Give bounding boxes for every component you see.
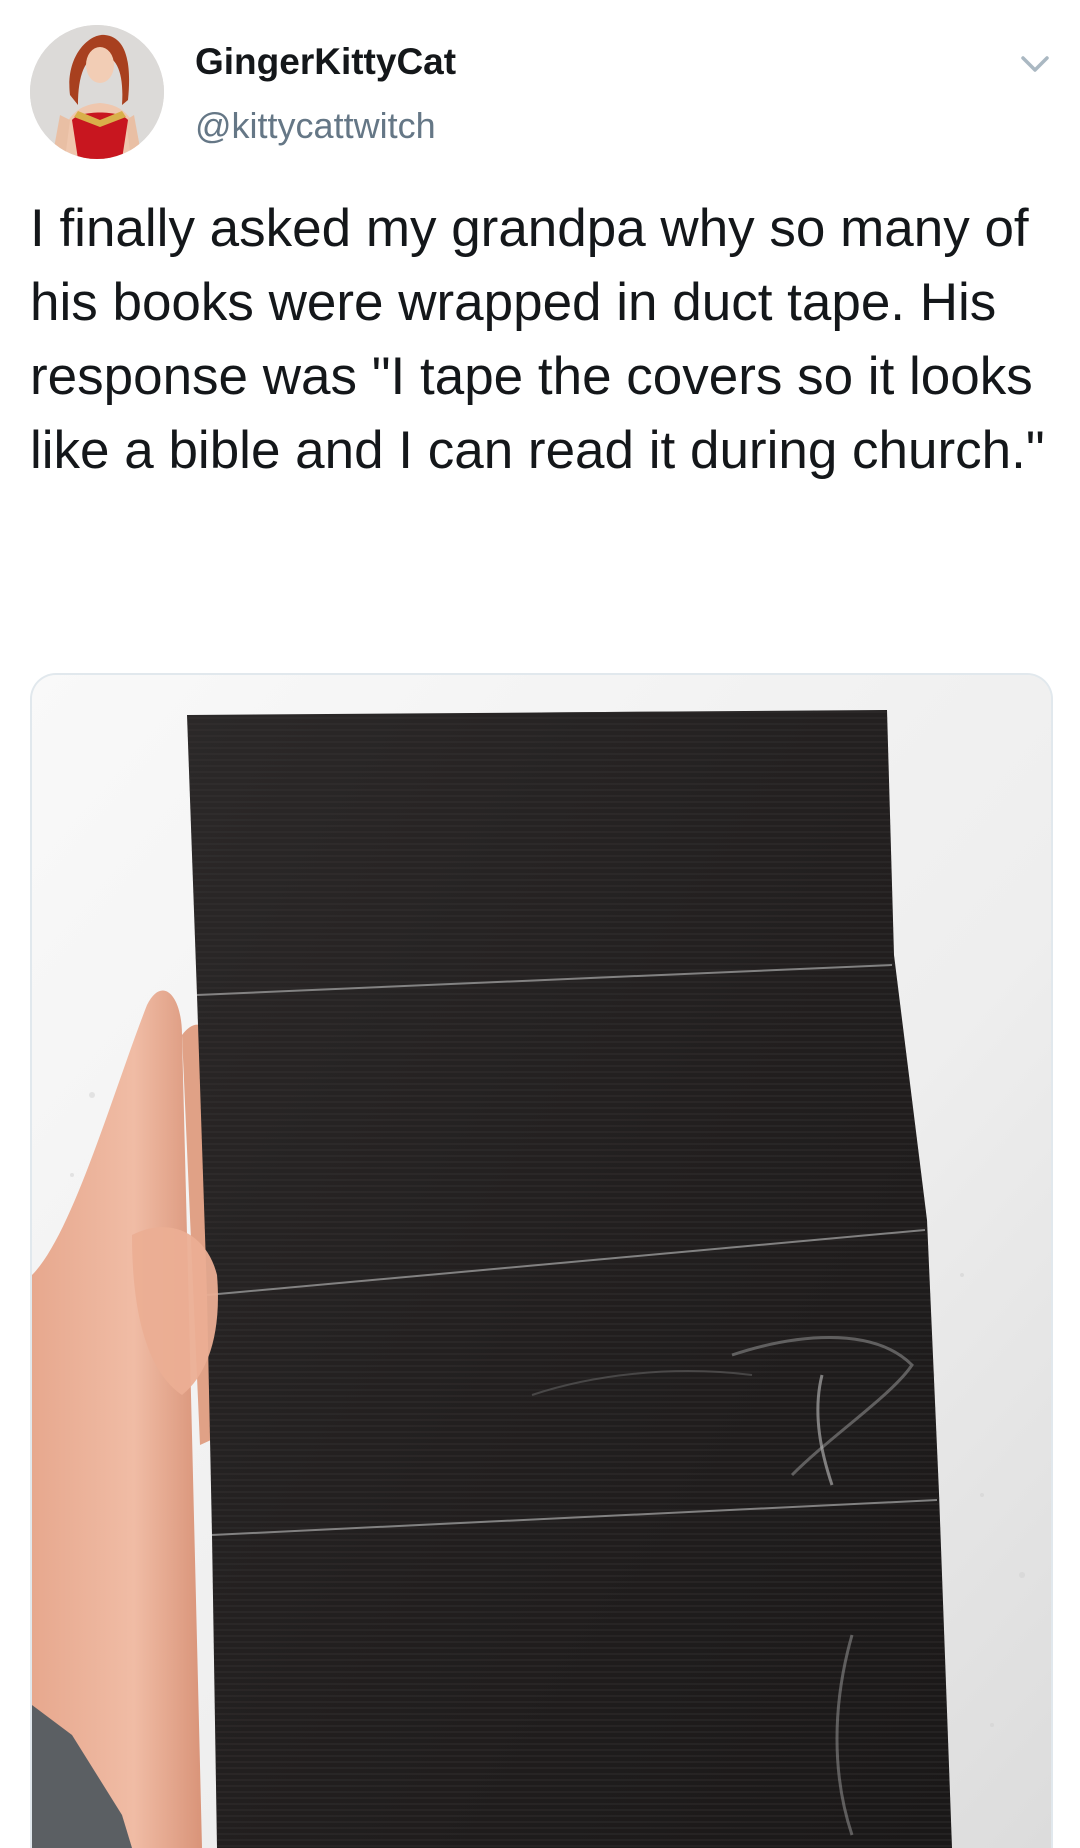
chevron-down-icon[interactable]	[1017, 46, 1053, 82]
tweet-photo[interactable]	[30, 673, 1053, 1848]
tweet: GingerKittyCat @kittycattwitch I finally…	[0, 0, 1080, 1848]
tweet-text: I finally asked my grandpa why so many o…	[30, 199, 1045, 480]
author-handle[interactable]: @kittycattwitch	[195, 104, 436, 148]
author-display-name[interactable]: GingerKittyCat	[195, 40, 456, 84]
profile-avatar[interactable]	[30, 25, 164, 159]
duct-tape-book-image	[32, 675, 1051, 1848]
